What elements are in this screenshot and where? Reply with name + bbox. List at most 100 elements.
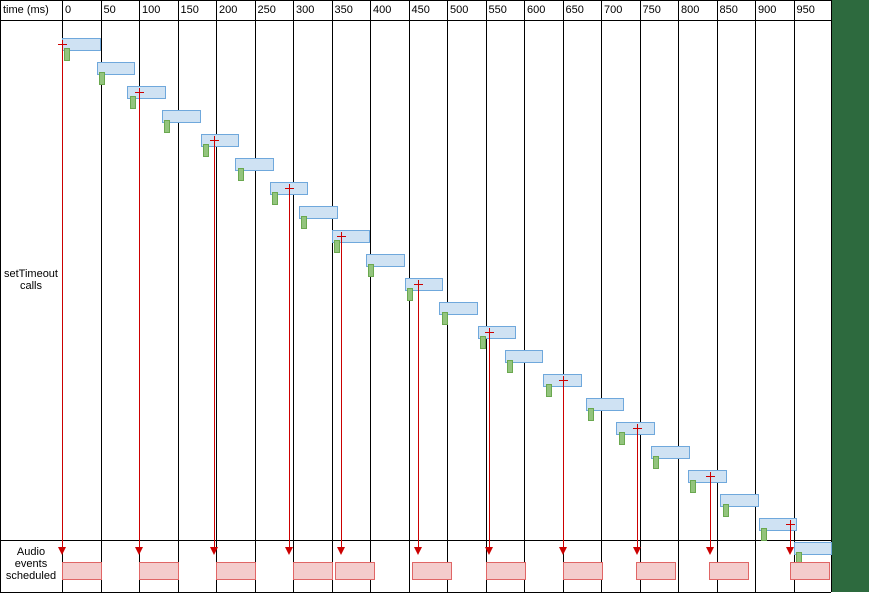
tick-label-800: 800 — [681, 4, 699, 16]
arrow-head-7 — [559, 547, 567, 555]
grid-line-300 — [293, 0, 294, 592]
arrow-head-8 — [633, 547, 641, 555]
timing-diagram: time (ms) setTimeout calls Audio events … — [0, 0, 869, 592]
grid-line-350 — [332, 0, 333, 592]
tick-label-150: 150 — [181, 4, 199, 16]
arrow-line-7 — [563, 380, 564, 547]
arrow-head-0 — [58, 547, 66, 555]
tick-label-0: 0 — [65, 4, 71, 16]
fire-marker-20 — [761, 528, 767, 541]
audio-event-7 — [563, 562, 603, 580]
fire-marker-4 — [203, 144, 209, 157]
audio-event-1 — [139, 562, 179, 580]
arrow-line-5 — [418, 284, 419, 547]
row1-label-line2: calls — [20, 280, 42, 292]
audio-event-8 — [636, 562, 676, 580]
grid-line-750 — [640, 0, 641, 592]
arrow-head-5 — [414, 547, 422, 555]
tick-label-200: 200 — [219, 4, 237, 16]
fire-marker-6 — [272, 192, 278, 205]
arrow-line-6 — [489, 332, 490, 547]
fire-marker-16 — [619, 432, 625, 445]
audio-event-10 — [790, 562, 830, 580]
grid-line-200 — [216, 0, 217, 592]
fire-marker-10 — [407, 288, 413, 301]
fire-marker-15 — [588, 408, 594, 421]
grid-line-50 — [101, 0, 102, 592]
fire-marker-18 — [690, 480, 696, 493]
tick-label-500: 500 — [450, 4, 468, 16]
tick-label-650: 650 — [566, 4, 584, 16]
hline-row1 — [0, 540, 831, 541]
tick-label-750: 750 — [643, 4, 661, 16]
audio-event-6 — [486, 562, 526, 580]
audio-event-5 — [412, 562, 452, 580]
fire-marker-3 — [164, 120, 170, 133]
fire-marker-8 — [334, 240, 340, 253]
grid-line-250 — [255, 0, 256, 592]
grid-line-800 — [678, 0, 679, 592]
arrow-line-0 — [62, 44, 63, 547]
row1-label-line1: setTimeout — [4, 268, 58, 280]
fire-marker-1 — [99, 72, 105, 85]
left-border — [0, 0, 1, 592]
grid-line-right — [831, 0, 832, 592]
grid-line-500 — [447, 0, 448, 592]
arrow-line-4 — [341, 236, 342, 547]
arrow-line-10 — [790, 524, 791, 547]
hline-top — [0, 0, 831, 1]
tick-label-100: 100 — [142, 4, 160, 16]
grid-line-600 — [524, 0, 525, 592]
tick-label-850: 850 — [720, 4, 738, 16]
audio-event-0 — [62, 562, 102, 580]
row2-label-line3: scheduled — [6, 570, 56, 582]
right-margin-strip — [831, 0, 869, 592]
arrow-head-10 — [786, 547, 794, 555]
arrow-line-2 — [214, 140, 215, 547]
tick-label-900: 900 — [758, 4, 776, 16]
audio-event-3 — [293, 562, 333, 580]
hline-header — [0, 20, 831, 21]
time-header-label: time (ms) — [0, 4, 62, 16]
fire-marker-7 — [301, 216, 307, 229]
fire-marker-11 — [442, 312, 448, 325]
tick-label-600: 600 — [527, 4, 545, 16]
arrow-head-6 — [485, 547, 493, 555]
tick-label-550: 550 — [489, 4, 507, 16]
tick-label-400: 400 — [373, 4, 391, 16]
row2-label-line2: events — [15, 558, 47, 570]
tick-label-250: 250 — [258, 4, 276, 16]
fire-marker-12 — [480, 336, 486, 349]
fire-marker-14 — [546, 384, 552, 397]
arrow-head-3 — [285, 547, 293, 555]
audio-event-9 — [709, 562, 749, 580]
fire-marker-5 — [238, 168, 244, 181]
arrow-line-3 — [289, 188, 290, 547]
arrow-line-1 — [139, 92, 140, 547]
tick-label-350: 350 — [335, 4, 353, 16]
fire-marker-17 — [653, 456, 659, 469]
arrow-line-9 — [710, 476, 711, 547]
arrow-head-4 — [337, 547, 345, 555]
arrow-head-2 — [210, 547, 218, 555]
tick-label-300: 300 — [296, 4, 314, 16]
tick-label-950: 950 — [797, 4, 815, 16]
grid-line-150 — [178, 0, 179, 592]
audio-event-2 — [216, 562, 256, 580]
grid-line-950 — [794, 0, 795, 592]
arrow-head-9 — [706, 547, 714, 555]
audio-event-4 — [335, 562, 375, 580]
grid-line-700 — [601, 0, 602, 592]
fire-marker-9 — [368, 264, 374, 277]
fire-marker-0 — [64, 48, 70, 61]
grid-line-400 — [370, 0, 371, 592]
tick-label-700: 700 — [604, 4, 622, 16]
arrow-line-8 — [637, 428, 638, 547]
grid-line-850 — [717, 0, 718, 592]
row2-label-line1: Audio — [17, 546, 45, 558]
fire-marker-19 — [723, 504, 729, 517]
fire-marker-2 — [130, 96, 136, 109]
grid-line-550 — [486, 0, 487, 592]
row-label-audio: Audio events scheduled — [0, 546, 62, 582]
tick-label-50: 50 — [104, 4, 116, 16]
